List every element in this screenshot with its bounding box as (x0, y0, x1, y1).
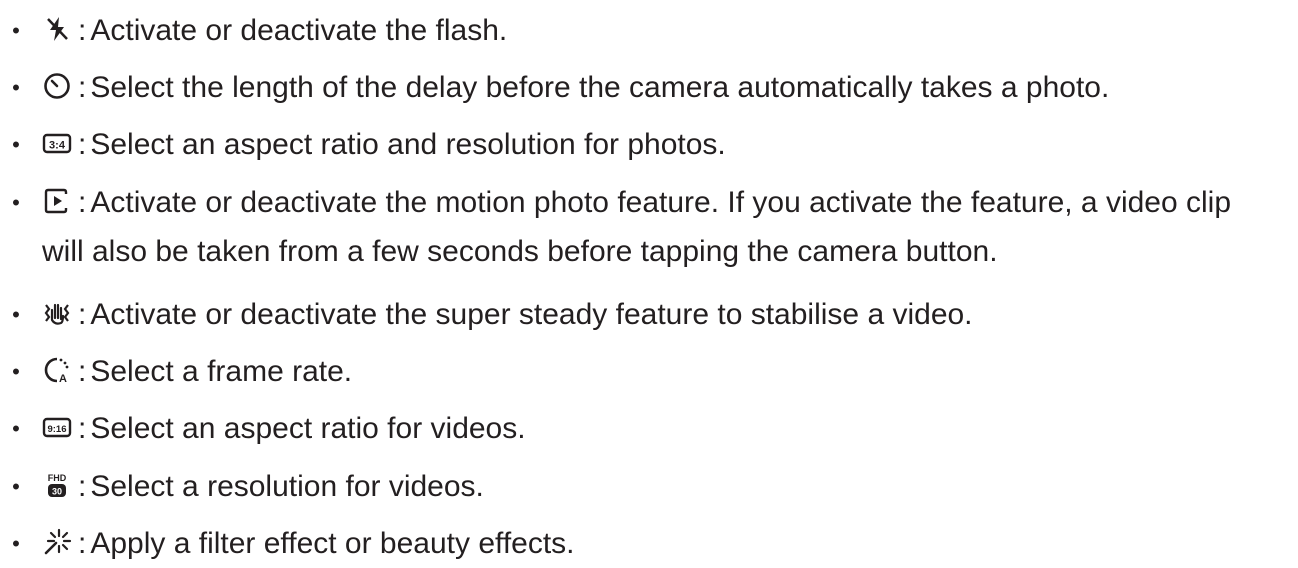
bullet: • (12, 359, 20, 384)
icon-label: 9:16 (47, 424, 66, 435)
bullet: • (12, 474, 20, 499)
flash-off-icon (42, 14, 72, 44)
bullet: • (12, 531, 20, 556)
timer-icon (42, 71, 72, 101)
item-text: Select the length of the delay before th… (90, 71, 1110, 104)
item-text: Select a frame rate. (90, 355, 353, 388)
item-text: Apply a filter effect or beauty effects. (90, 527, 575, 560)
motion-photo-icon (42, 186, 72, 216)
bullet: • (12, 18, 20, 43)
bullet: • (12, 302, 20, 327)
icon-label: 3:4 (49, 140, 66, 152)
camera-options-list: • : Activate or deactivate the flash. • :… (0, 0, 1298, 568)
aspect-ratio-9-16-icon: 9:16 (42, 412, 72, 442)
icon-label-bottom: 30 (52, 487, 62, 497)
frame-rate-auto-icon: A (42, 355, 72, 385)
item-text: Activate or deactivate the flash. (90, 14, 508, 47)
icon-label: A (59, 373, 67, 385)
item-text: Activate or deactivate the super steady … (90, 298, 973, 331)
video-resolution-icon: FHD 30 (42, 470, 72, 500)
bullet: • (12, 132, 20, 157)
bullet: • (12, 190, 20, 215)
item-text: Select an aspect ratio and resolution fo… (90, 128, 726, 161)
super-steady-icon (42, 298, 72, 328)
aspect-ratio-3-4-icon: 3:4 (42, 128, 72, 158)
item-text: Select an aspect ratio for videos. (90, 412, 526, 445)
filter-effects-icon (42, 527, 72, 557)
icon-label-top: FHD (48, 473, 67, 483)
bullet: • (12, 75, 20, 100)
item-text: Activate or deactivate the motion photo … (42, 186, 1232, 268)
bullet: • (12, 416, 20, 441)
item-text: Select a resolution for videos. (90, 470, 484, 503)
